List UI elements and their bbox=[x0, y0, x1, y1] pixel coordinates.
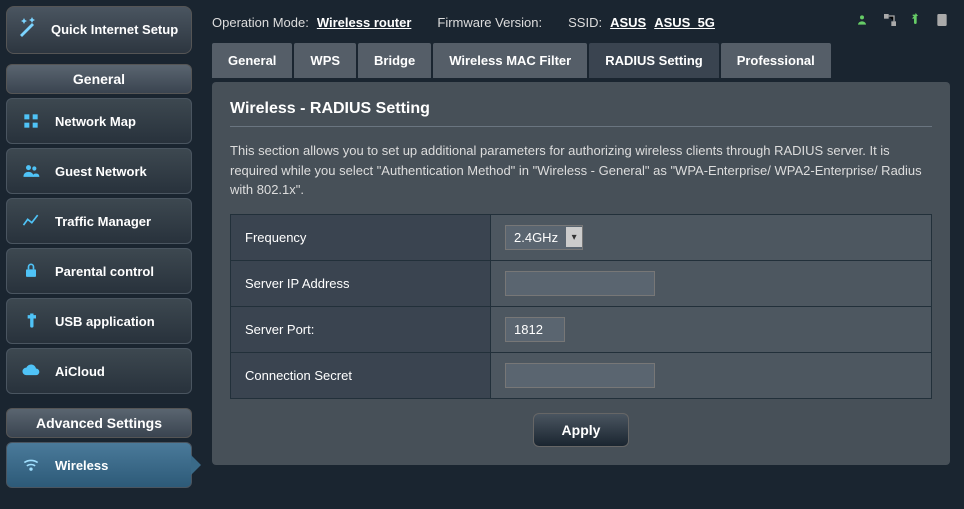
operation-mode-value[interactable]: Wireless router bbox=[317, 15, 412, 30]
ssid-value-1[interactable]: ASUS bbox=[610, 15, 646, 30]
page-title: Wireless - RADIUS Setting bbox=[230, 100, 932, 118]
top-bar: Operation Mode: Wireless router Firmware… bbox=[212, 8, 950, 43]
network-map-icon bbox=[19, 109, 43, 133]
sidebar-item-label: Network Map bbox=[55, 114, 136, 129]
tab-wps[interactable]: WPS bbox=[294, 43, 356, 78]
network-icon[interactable] bbox=[882, 12, 898, 33]
ssid-label: SSID: bbox=[568, 15, 602, 30]
connection-secret-label: Connection Secret bbox=[231, 352, 491, 398]
content-panel: Wireless - RADIUS Setting This section a… bbox=[212, 82, 950, 465]
quick-internet-setup-button[interactable]: Quick Internet Setup bbox=[6, 6, 192, 54]
server-ip-label: Server IP Address bbox=[231, 260, 491, 306]
clients-icon[interactable] bbox=[856, 12, 872, 33]
info-icon[interactable] bbox=[934, 12, 950, 33]
server-ip-input[interactable] bbox=[505, 271, 655, 296]
page-description: This section allows you to set up additi… bbox=[230, 141, 932, 200]
frequency-label: Frequency bbox=[231, 214, 491, 260]
sidebar-item-usb-application[interactable]: USB application bbox=[6, 298, 192, 344]
sidebar-item-label: Traffic Manager bbox=[55, 214, 151, 229]
wireless-icon bbox=[19, 453, 43, 477]
frequency-value: 2.4GHz bbox=[506, 226, 566, 249]
firmware-version-label: Firmware Version: bbox=[437, 15, 542, 30]
connection-secret-input[interactable] bbox=[505, 363, 655, 388]
sidebar-item-label: Parental control bbox=[55, 264, 154, 279]
sidebar: Quick Internet Setup General Network Map… bbox=[0, 0, 198, 509]
apply-button[interactable]: Apply bbox=[533, 413, 630, 447]
server-port-input[interactable] bbox=[505, 317, 565, 342]
sidebar-item-traffic-manager[interactable]: Traffic Manager bbox=[6, 198, 192, 244]
sidebar-section-advanced: Advanced Settings bbox=[6, 408, 192, 438]
aicloud-icon bbox=[19, 359, 43, 383]
sidebar-item-label: Wireless bbox=[55, 458, 108, 473]
guest-network-icon bbox=[19, 159, 43, 183]
parental-control-icon bbox=[19, 259, 43, 283]
server-port-label: Server Port: bbox=[231, 306, 491, 352]
tab-professional[interactable]: Professional bbox=[721, 43, 831, 78]
tab-radius-setting[interactable]: RADIUS Setting bbox=[589, 43, 719, 78]
sidebar-item-label: AiCloud bbox=[55, 364, 105, 379]
sidebar-item-aicloud[interactable]: AiCloud bbox=[6, 348, 192, 394]
operation-mode-label: Operation Mode: bbox=[212, 15, 309, 30]
wand-icon bbox=[17, 15, 41, 45]
quick-setup-label: Quick Internet Setup bbox=[51, 22, 178, 38]
settings-table: Frequency 2.4GHz ▾ Server IP Address Ser… bbox=[230, 214, 932, 399]
sidebar-item-wireless[interactable]: Wireless bbox=[6, 442, 192, 488]
sidebar-item-parental-control[interactable]: Parental control bbox=[6, 248, 192, 294]
tabs: General WPS Bridge Wireless MAC Filter R… bbox=[212, 43, 950, 78]
sidebar-item-guest-network[interactable]: Guest Network bbox=[6, 148, 192, 194]
traffic-manager-icon bbox=[19, 209, 43, 233]
ssid-value-2[interactable]: ASUS_5G bbox=[654, 15, 715, 30]
sidebar-section-general: General bbox=[6, 64, 192, 94]
tab-wireless-mac-filter[interactable]: Wireless MAC Filter bbox=[433, 43, 587, 78]
usb-application-icon bbox=[19, 309, 43, 333]
frequency-select[interactable]: 2.4GHz ▾ bbox=[505, 225, 583, 250]
sidebar-item-label: Guest Network bbox=[55, 164, 147, 179]
main-content: Operation Mode: Wireless router Firmware… bbox=[198, 0, 964, 509]
sidebar-item-label: USB application bbox=[55, 314, 155, 329]
divider bbox=[230, 126, 932, 127]
tab-bridge[interactable]: Bridge bbox=[358, 43, 431, 78]
sidebar-item-network-map[interactable]: Network Map bbox=[6, 98, 192, 144]
usb-icon[interactable] bbox=[908, 12, 924, 33]
tab-general[interactable]: General bbox=[212, 43, 292, 78]
chevron-down-icon: ▾ bbox=[566, 227, 582, 247]
